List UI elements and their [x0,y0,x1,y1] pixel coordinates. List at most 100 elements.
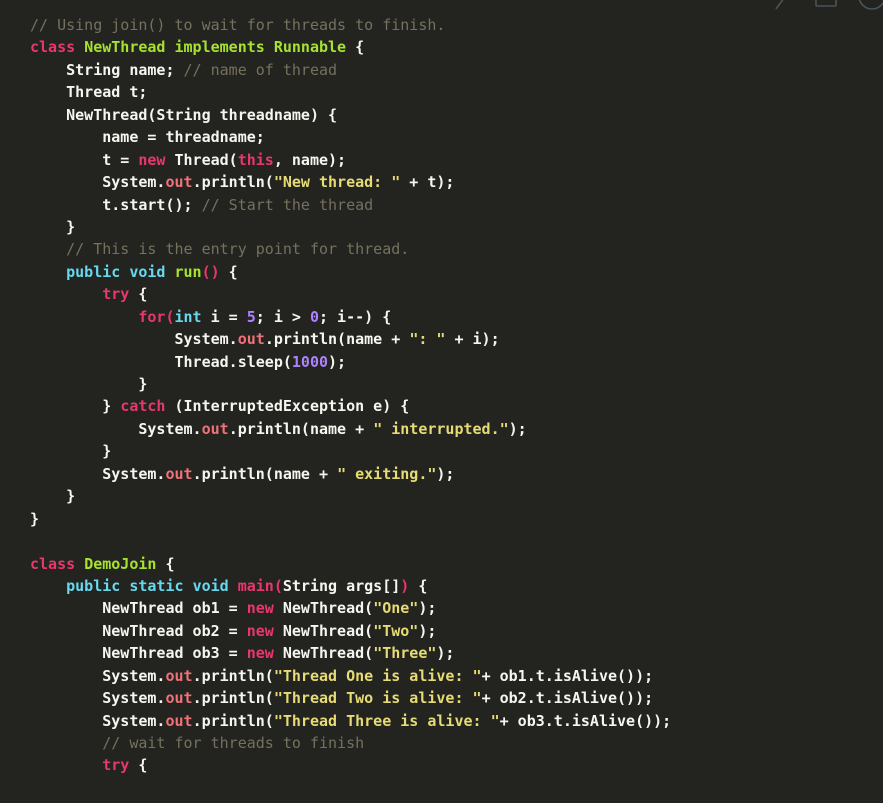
code-token-txt: ); [508,419,527,438]
code-token-key: class [30,554,76,573]
code-token-txt: + ob1.t.isAlive()); [481,666,654,685]
code-line[interactable]: public void run() { [0,261,883,283]
code-token-cls: Runnable [273,38,347,57]
code-line[interactable]: System.out.println("New thread: " + t); [0,171,883,193]
code-line[interactable]: NewThread ob3 = new NewThread("Three"); [0,642,883,664]
code-token-cmt: // Using join() to wait for threads to f… [30,16,446,34]
code-token-txt: (InterruptedException e) { [165,397,410,416]
code-line[interactable]: // This is the entry point for thread. [0,238,883,260]
code-token-key: try [102,285,130,304]
code-token-txt: String name; [66,60,184,79]
code-token-punc: ) [400,576,410,595]
code-token-txt: ); [418,621,437,640]
code-token-str: ": " [409,330,446,349]
code-line[interactable]: Thread t; [0,81,883,103]
code-token-txt: ; i > [255,307,310,326]
code-token-fn: main [237,576,274,595]
code-content[interactable]: // Using join() to wait for threads to f… [0,0,883,803]
code-line[interactable]: t = new Thread(this, name); [0,149,883,171]
code-token-txt: .println( [192,689,274,708]
code-line[interactable]: System.out.println("Thread One is alive:… [0,665,883,687]
code-token-txt: i = [201,307,247,326]
code-token-txt: + t); [400,173,455,192]
code-token-txt: NewThread(String threadname) { [66,105,338,124]
code-token-cls: run [174,262,202,281]
code-line[interactable]: Thread.sleep(1000); [0,351,883,373]
code-token-txt: name = threadname; [102,128,265,147]
code-token-txt: } [66,487,76,506]
code-token-key: new [246,621,274,640]
code-token-key: for [138,307,166,326]
code-token-txt: .println( [192,666,274,685]
code-token-str: " exiting." [337,464,437,483]
code-token-txt: ); [328,352,347,371]
code-line[interactable]: String name; // name of thread [0,59,883,81]
code-line[interactable]: class DemoJoin { [0,553,883,575]
code-line[interactable]: } [0,440,883,462]
code-line[interactable]: try { [0,283,883,305]
code-line[interactable]: try { [0,754,883,776]
code-token-cls: NewThread [84,38,166,57]
code-token-txt: { [129,285,148,304]
code-line[interactable]: } [0,373,883,395]
code-token-txt: + ob2.t.isAlive()); [481,689,654,708]
code-token-txt: .println(name + [264,330,410,349]
code-line[interactable]: public static void main(String args[]) { [0,575,883,597]
code-token-prop: out [165,666,193,685]
code-token-txt: { [409,576,428,595]
code-token-txt: t = [102,150,139,169]
code-token-txt: Thread.sleep( [174,352,292,371]
code-token-str: "New thread: " [273,173,401,192]
code-token-prop: out [165,464,193,483]
code-token-txt: .println(name + [192,464,338,483]
code-line[interactable] [0,530,883,552]
code-line[interactable]: NewThread(String threadname) { [0,104,883,126]
code-token-str: "Two" [373,621,419,640]
code-line[interactable]: for(int i = 5; i > 0; i--) { [0,306,883,328]
code-line[interactable]: System.out.println("Thread Two is alive:… [0,687,883,709]
code-line[interactable]: NewThread ob1 = new NewThread("One"); [0,597,883,619]
code-token-txt: .println(name + [228,419,374,438]
code-token-txt: System. [138,419,202,438]
code-token-txt: NewThread ob3 = [102,644,247,663]
code-line[interactable]: // wait for threads to finish [0,732,883,754]
code-line[interactable]: } [0,216,883,238]
code-token-txt: , name); [273,150,347,169]
code-editor[interactable]: // Using join() to wait for threads to f… [0,0,883,803]
code-token-txt: { [129,756,148,775]
code-line[interactable]: System.out.println(name + ": " + i); [0,328,883,350]
code-line[interactable]: NewThread ob2 = new NewThread("Two"); [0,620,883,642]
code-line[interactable]: System.out.println(name + " exiting."); [0,463,883,485]
code-token-key: new [246,599,274,618]
code-token-str: " interrupted." [373,419,509,438]
code-line[interactable]: System.out.println(name + " interrupted.… [0,418,883,440]
code-line[interactable]: class NewThread implements Runnable { [0,36,883,58]
code-token-txt: { [156,554,175,573]
code-line[interactable]: } catch (InterruptedException e) { [0,395,883,417]
code-line[interactable]: // Using join() to wait for threads to f… [0,14,883,36]
code-line[interactable]: t.start(); // Start the thread [0,194,883,216]
code-token-cmt: // wait for threads to finish [102,734,365,752]
code-token-txt: String args[] [282,576,401,595]
code-token-key: try [102,756,130,775]
code-line[interactable]: } [0,508,883,530]
code-token-prop: out [165,711,193,730]
code-line[interactable]: } [0,485,883,507]
code-line[interactable]: System.out.println("Thread Three is aliv… [0,710,883,732]
code-token-punc: ( [273,576,283,595]
code-token-type: static [129,576,184,595]
code-token-punc: ( [165,307,175,326]
code-token-cmt: // This is the entry point for thread. [66,240,410,259]
code-line[interactable]: name = threadname; [0,126,883,148]
code-token-txt: .println( [192,711,274,730]
code-token-txt: System. [102,173,166,192]
